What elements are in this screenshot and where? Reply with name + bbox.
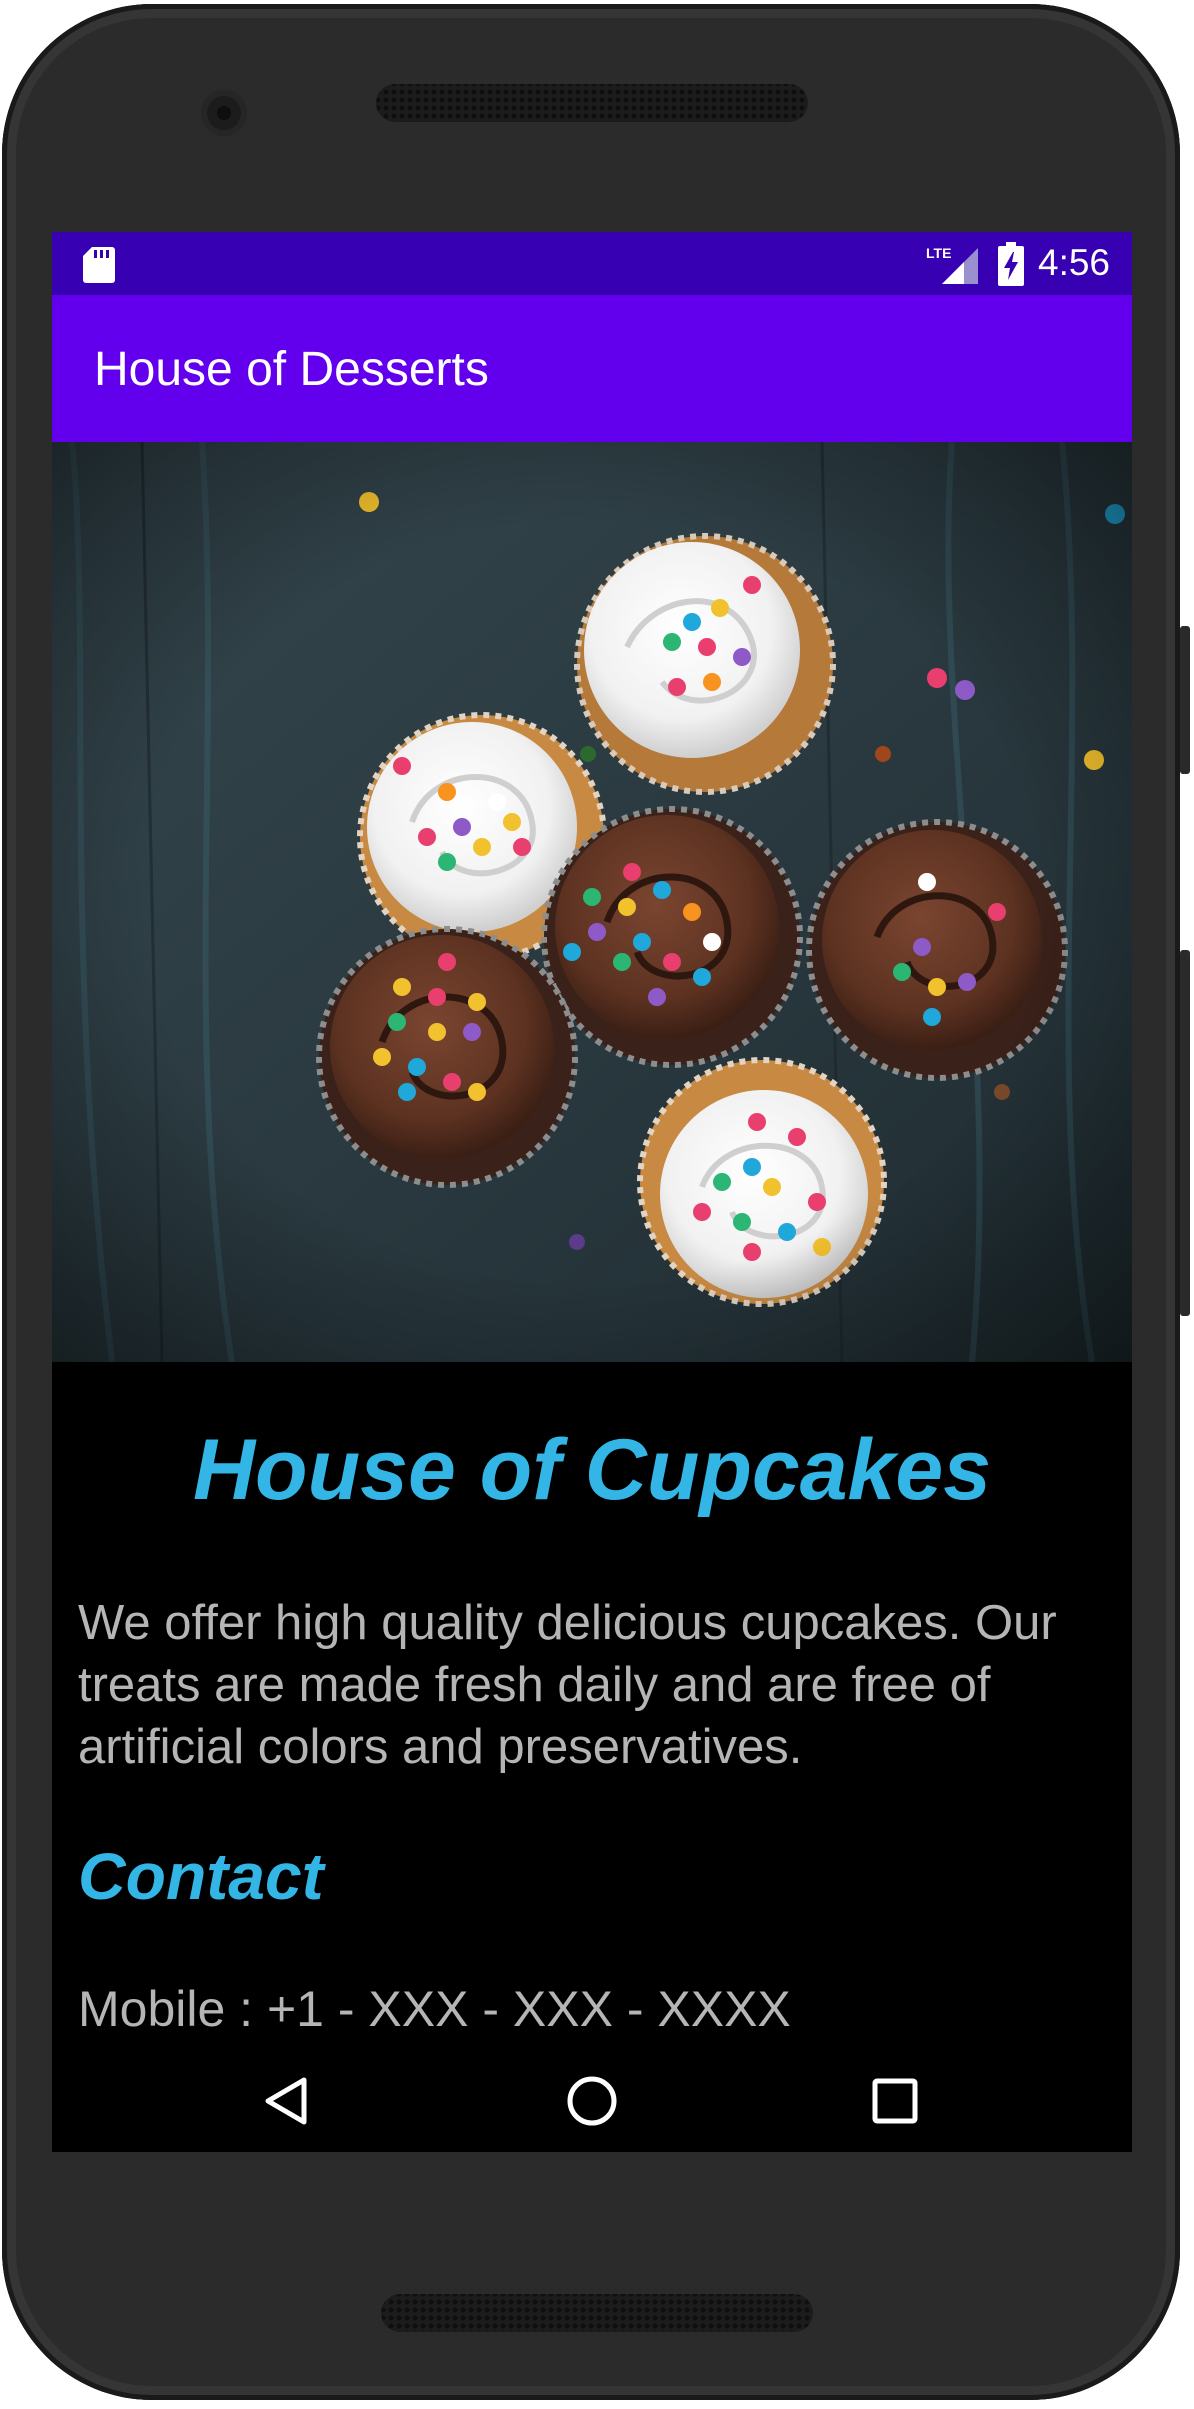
app-title: House of Desserts — [94, 343, 489, 396]
sd-card-icon — [83, 247, 115, 283]
front-camera — [201, 90, 247, 136]
screen: LTE 4:56 House of Desserts House of Cupc… — [52, 232, 1132, 2152]
svg-text:LTE: LTE — [926, 245, 951, 261]
lte-signal-icon: LTE — [926, 245, 978, 284]
bottom-speaker — [381, 2294, 813, 2332]
mobile-number[interactable]: Mobile : +1 - XXX - XXX - XXXX — [78, 1979, 791, 2039]
contact-heading: Contact — [78, 1839, 324, 1913]
navigation-bar — [52, 2048, 1132, 2152]
volume-button — [1180, 626, 1190, 774]
back-icon[interactable] — [252, 2066, 322, 2136]
recents-icon[interactable] — [860, 2066, 930, 2136]
power-button — [1180, 950, 1190, 1316]
status-bar: LTE 4:56 — [52, 232, 1132, 295]
page-headline: House of Cupcakes — [192, 1422, 992, 1518]
app-bar: House of Desserts — [52, 295, 1132, 442]
earpiece-speaker — [376, 84, 808, 122]
status-clock: 4:56 — [1038, 242, 1111, 283]
battery-charging-icon — [998, 242, 1024, 286]
home-icon[interactable] — [557, 2066, 627, 2136]
cupcakes-hero-image — [52, 442, 1132, 1362]
about-text: We offer high quality delicious cupcakes… — [78, 1596, 1057, 1774]
